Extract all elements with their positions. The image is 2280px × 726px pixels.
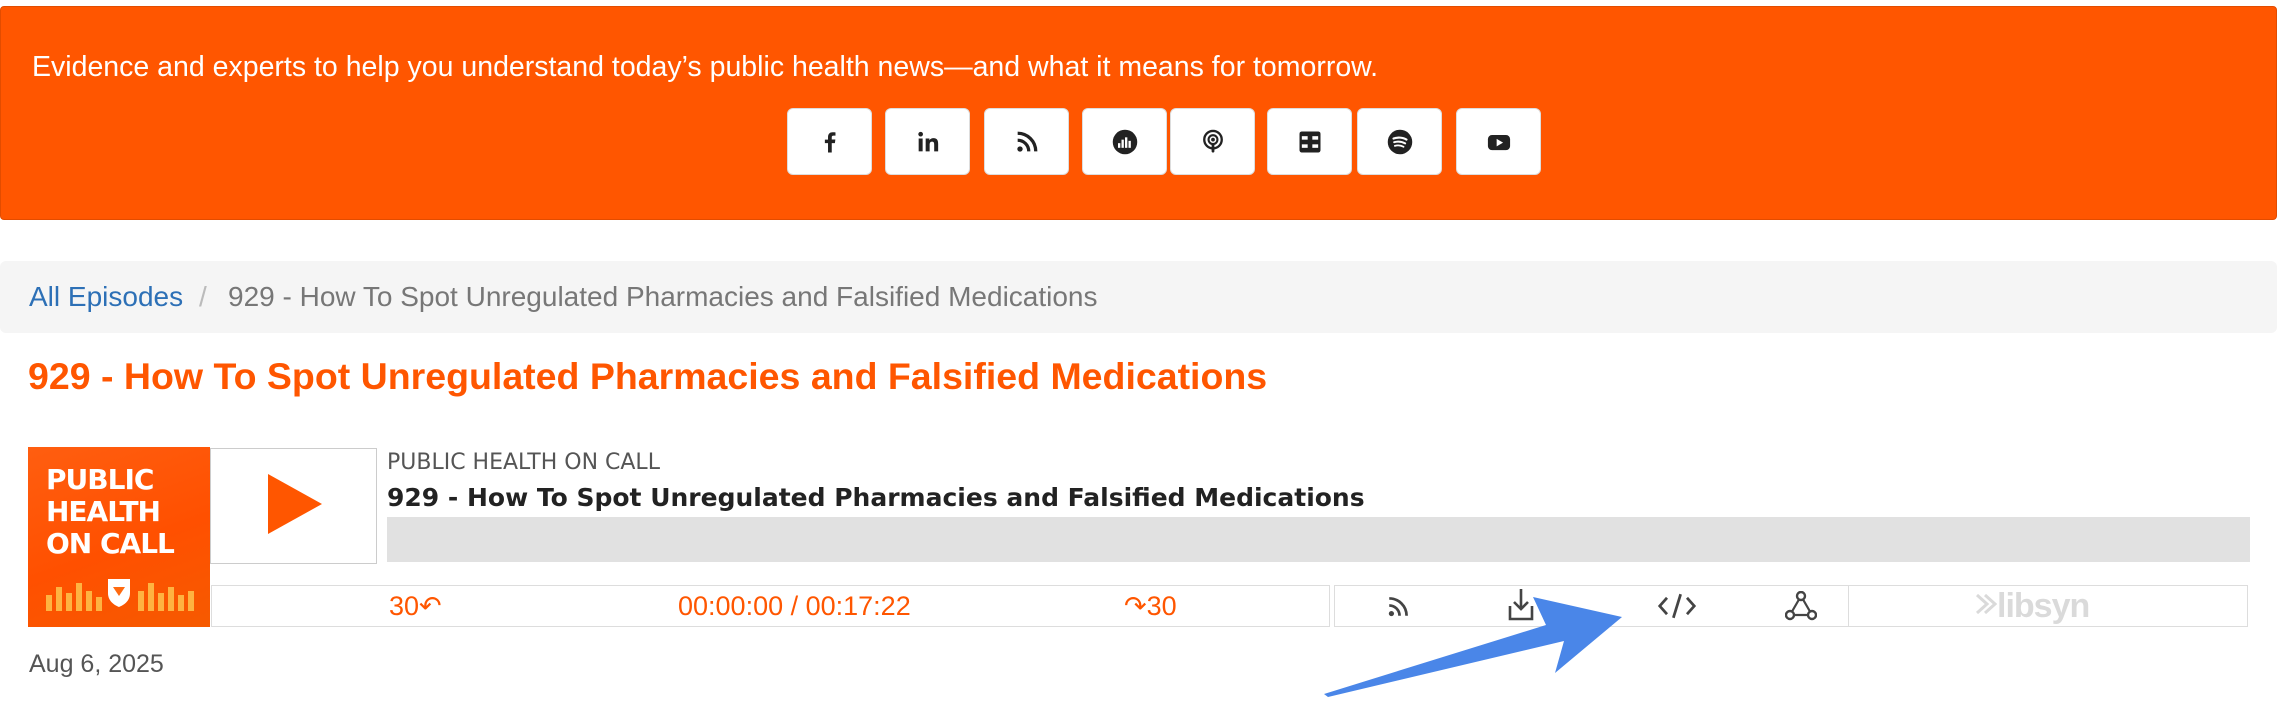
rss-icon[interactable] xyxy=(1379,586,1419,626)
apple-podcasts-button[interactable] xyxy=(1170,108,1255,175)
rewind-30-button[interactable]: 30↶ xyxy=(389,586,442,626)
libsyn-wordmark: libsyn xyxy=(1997,586,2090,625)
player-episode-title: 929 - How To Spot Unregulated Pharmacies… xyxy=(387,483,1365,512)
player-show-name: PUBLIC HEALTH ON CALL xyxy=(387,450,660,475)
social-links xyxy=(1,108,2276,176)
youtube-button[interactable] xyxy=(1456,108,1541,175)
time-display: 00:00:00 / 00:17:22 xyxy=(678,591,911,621)
artwork-waveform xyxy=(46,579,194,611)
facebook-button[interactable] xyxy=(787,108,872,175)
breadcrumb: All Episodes / 929 - How To Spot Unregul… xyxy=(0,261,2277,333)
spotify-icon xyxy=(1386,128,1414,156)
header-banner: Evidence and experts to help you underst… xyxy=(0,6,2277,220)
episode-date: Aug 6, 2025 xyxy=(29,650,164,678)
linkedin-icon xyxy=(914,128,942,156)
page-title: 929 - How To Spot Unregulated Pharmacies… xyxy=(28,355,1268,397)
podcast-player: PUBLIC HEALTH ON CALL PUBLIC HEALTH ON C… xyxy=(28,447,2250,627)
player-actions: libsyn xyxy=(1334,585,2248,627)
playback-controls: 30↶ 00:00:00 / 00:17:22 ↷30 xyxy=(211,585,1330,627)
linkedin-button[interactable] xyxy=(885,108,970,175)
podcast-app-button[interactable] xyxy=(1267,108,1352,175)
facebook-icon xyxy=(816,128,844,156)
play-button[interactable] xyxy=(210,448,377,564)
forward-30-button[interactable]: ↷30 xyxy=(1124,586,1177,626)
rss-button[interactable] xyxy=(984,108,1069,175)
artwork-text: PUBLIC HEALTH ON CALL xyxy=(46,463,175,560)
libsyn-mark-icon xyxy=(1975,587,1998,626)
deezer-icon xyxy=(1111,128,1139,156)
breadcrumb-current: 929 - How To Spot Unregulated Pharmacies… xyxy=(228,281,1098,312)
podcast-app-icon xyxy=(1296,128,1324,156)
download-icon[interactable] xyxy=(1501,586,1541,626)
podcast-artwork: PUBLIC HEALTH ON CALL xyxy=(28,447,210,627)
controls-divider xyxy=(1848,586,1849,626)
podcast-icon xyxy=(1199,128,1227,156)
youtube-icon xyxy=(1485,128,1513,156)
deezer-button[interactable] xyxy=(1082,108,1167,175)
rss-icon xyxy=(1013,128,1041,156)
breadcrumb-all-episodes-link[interactable]: All Episodes xyxy=(29,279,183,315)
progress-bar[interactable] xyxy=(387,517,2250,562)
site-tagline: Evidence and experts to help you underst… xyxy=(32,51,1379,83)
embed-code-icon[interactable] xyxy=(1657,586,1697,626)
share-icon[interactable] xyxy=(1781,586,1821,626)
breadcrumb-separator: / xyxy=(199,281,207,312)
spotify-button[interactable] xyxy=(1357,108,1442,175)
libsyn-logo[interactable]: libsyn xyxy=(1975,586,2090,626)
play-icon xyxy=(264,472,324,541)
